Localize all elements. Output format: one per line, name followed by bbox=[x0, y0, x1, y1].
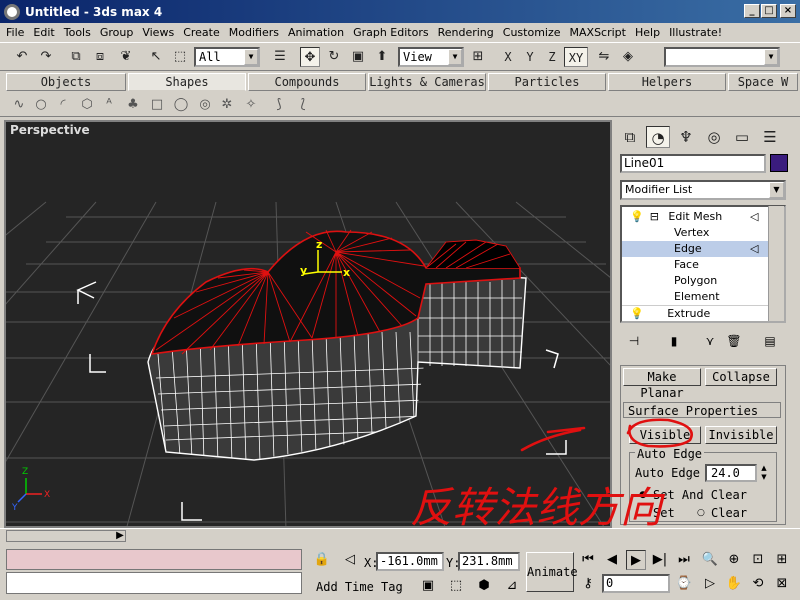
annotation-stroke bbox=[520, 428, 582, 452]
time-configuration-icon[interactable]: ⌚ bbox=[674, 574, 694, 594]
maxscript-listener-line[interactable] bbox=[6, 549, 302, 570]
pan-icon[interactable]: ✋ bbox=[724, 574, 744, 594]
prompt-line[interactable] bbox=[6, 572, 302, 594]
maximize-viewport-icon[interactable]: ⊠ bbox=[772, 574, 792, 594]
handwritten-annotation: 反转法线方向 bbox=[410, 418, 693, 532]
arc-rotate-icon[interactable]: ⟲ bbox=[748, 574, 768, 594]
zoom-icon[interactable]: 🔍 bbox=[700, 550, 720, 570]
angle-snap-icon[interactable]: ⊿ bbox=[502, 576, 522, 596]
y-coord-field[interactable]: 231.8mm bbox=[458, 552, 520, 571]
key-mode-icon[interactable]: ⚷ bbox=[578, 574, 598, 594]
field-of-view-icon[interactable]: ▷ bbox=[700, 574, 720, 594]
zoom-extents-icon[interactable]: ⊡ bbox=[748, 550, 768, 570]
previous-frame-icon[interactable]: ◀ bbox=[602, 550, 622, 570]
isometric-cube-icon[interactable]: ⬢ bbox=[474, 576, 494, 596]
current-frame-field[interactable]: 0 bbox=[602, 574, 670, 593]
absolute-mode-icon[interactable]: ◁ bbox=[340, 550, 360, 570]
next-frame-icon[interactable]: ▶| bbox=[650, 550, 670, 570]
x-coord-field[interactable]: -161.0mm bbox=[376, 552, 444, 571]
go-to-end-icon[interactable]: ⏭ bbox=[674, 550, 694, 570]
animate-button[interactable]: Animate bbox=[526, 552, 578, 592]
zoom-extents-all-icon[interactable]: ⊞ bbox=[772, 550, 792, 570]
viewport-snap-icon[interactable]: ⬚ bbox=[446, 576, 466, 596]
add-time-tag-button[interactable]: Add Time Tag bbox=[316, 580, 403, 594]
zoom-all-icon[interactable]: ⊕ bbox=[724, 550, 744, 570]
go-to-start-icon[interactable]: ⏮ bbox=[578, 550, 598, 570]
annotation-text: 反转法线方向 bbox=[410, 483, 666, 532]
grid-snap-icon[interactable]: ▣ bbox=[418, 576, 438, 596]
lock-selection-icon[interactable]: 🔒 bbox=[312, 550, 332, 570]
visible-circle-mark bbox=[626, 418, 693, 448]
time-slider[interactable] bbox=[6, 530, 126, 542]
slider-arrow-icon[interactable]: ▶ bbox=[110, 526, 130, 546]
play-icon[interactable]: ▶ bbox=[626, 550, 646, 570]
